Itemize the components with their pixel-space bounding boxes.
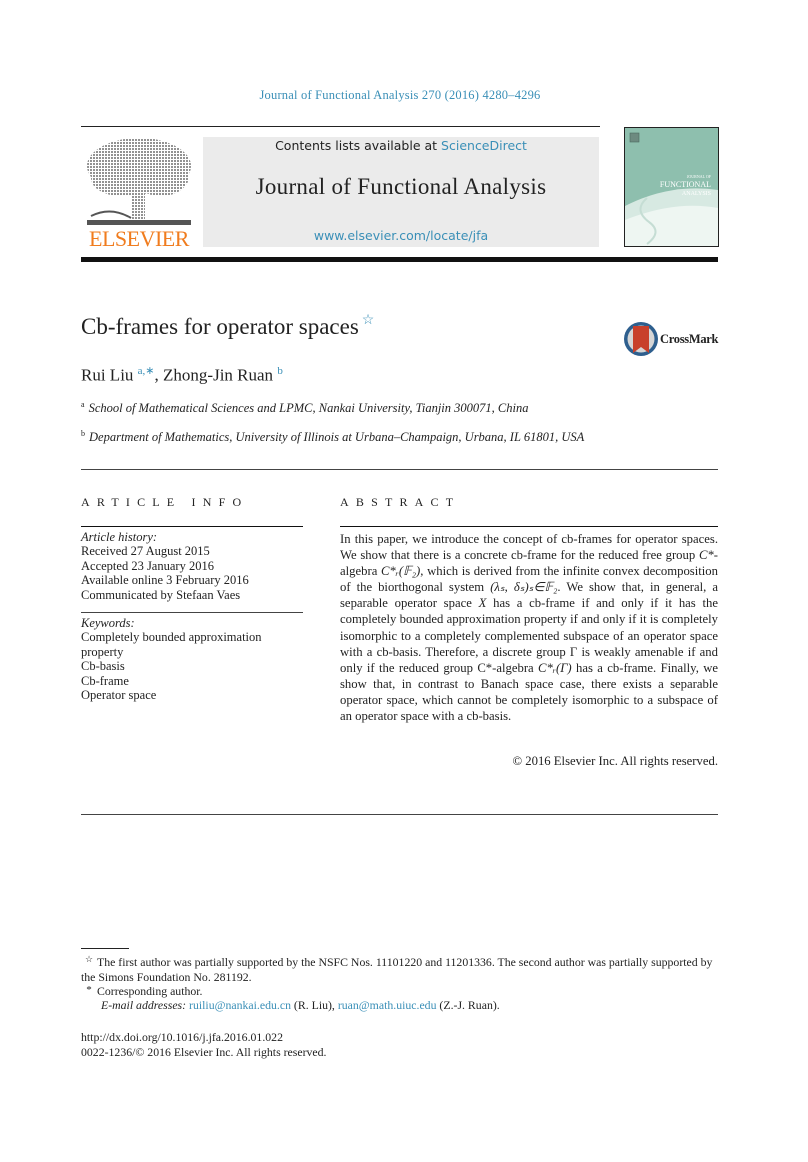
email-label: E-mail addresses: [101,998,190,1012]
keywords-list: Keywords: Completely bounded approximati… [81,616,306,702]
abstract-body: In this paper, we introduce the concept … [340,531,718,724]
header-bottom-rule [81,257,718,262]
keyword-item: Cb-basis [81,659,125,674]
header-top-rule [81,126,600,127]
contents-prefix: Contents lists available at [275,138,442,153]
math-expression: C*ᵣ(𝔽₂) [380,564,421,579]
corresponding-text: Corresponding author. [97,984,203,998]
author-list: Rui Liu a,∗, Zhong-Jin Ruan b [81,364,283,386]
journal-url-link[interactable]: www.elsevier.com/locate/jfa [203,228,599,243]
email-link[interactable]: ruan@math.uiuc.edu [338,998,437,1012]
article-history: Article history: Received 27 August 2015… [81,530,306,602]
elsevier-wordmark[interactable]: ELSEVIER [81,226,197,252]
history-item: Available online 3 February 2016 [81,573,249,588]
keywords-rule [81,612,303,613]
history-label: Article history: [81,530,158,544]
history-item: Communicated by Stefaan Vaes [81,587,241,602]
math-expression: (λₛ, δₛ)ₛ∈𝔽₂ [490,580,558,595]
journal-cover-image: JOURNAL OF FUNCTIONAL ANALYSIS [625,128,718,246]
math-expression: C*ᵣ(Γ) [538,660,572,675]
affiliation-mark: b [81,429,85,438]
funding-text: The first author was partially supported… [81,955,713,984]
crossmark-icon [624,322,658,356]
footnote-star-icon: ☆ [84,954,94,964]
affiliation-text: Department of Mathematics, University of… [89,430,585,445]
keyword-item: Completely bounded approximation propert… [81,630,262,659]
front-matter-end-rule [81,814,718,815]
sciencedirect-link[interactable]: ScienceDirect [441,138,527,153]
abstract-copyright: © 2016 Elsevier Inc. All rights reserved… [512,754,718,768]
author-affiliation-marks[interactable]: a,∗ [138,365,155,377]
crossmark-label[interactable]: CrossMark [660,332,718,347]
history-item: Accepted 23 January 2016 [81,558,214,573]
affiliation-a: a School of Mathematical Sciences and LPM… [81,398,601,416]
article-info-rule [81,526,303,527]
author-name[interactable]: Zhong-Jin Ruan [163,366,273,385]
keywords-label: Keywords: [81,616,135,630]
article-info-heading: ARTICLE INFO [81,495,249,509]
email-owner: (Z.-J. Ruan). [436,998,500,1012]
article-title: Cb-frames for operator spaces ☆ [81,312,374,340]
title-footnote-star-icon[interactable]: ☆ [362,313,375,328]
abstract-heading: ABSTRACT [340,495,461,509]
contents-available-line: Contents lists available at ScienceDirec… [203,137,599,153]
corresponding-author-footnote: * Corresponding author. [81,983,721,999]
doi-link[interactable]: http://dx.doi.org/10.1016/j.jfa.2016.01.… [81,1030,283,1045]
email-link[interactable]: ruiliu@nankai.edu.cn [189,998,291,1012]
math-expression: C* [698,548,714,563]
journal-cover-thumbnail[interactable]: JOURNAL OF FUNCTIONAL ANALYSIS [624,127,719,247]
article-title-text: Cb-frames for operator spaces [81,314,359,339]
footnote-rule [81,948,129,949]
author-name[interactable]: Rui Liu [81,366,133,385]
abstract-rule [340,526,718,527]
author-separator: , [154,365,164,385]
asterisk-icon: * [86,984,92,996]
keyword-item: Cb-frame [81,673,129,688]
email-owner: (R. Liu), [290,998,338,1012]
cover-line2: FUNCTIONAL [660,180,711,189]
issn-copyright-line: 0022-1236/© 2016 Elsevier Inc. All right… [81,1045,327,1059]
funding-footnote: ☆ The first author was partially supporte… [81,952,721,985]
cover-line3: ANALYSIS [682,191,711,197]
affiliation-mark: a [81,400,85,409]
journal-reference-link[interactable]: Journal of Functional Analysis 270 (2016… [0,88,800,103]
history-item: Received 27 August 2015 [81,544,210,559]
cover-line1: JOURNAL OF [687,174,712,179]
section-divider [81,469,718,470]
keyword-item: Operator space [81,688,157,703]
affiliation-b: b Department of Mathematics, University o… [81,427,601,445]
tree-icon [87,138,191,225]
journal-title: Journal of Functional Analysis [255,174,547,199]
affiliation-text: School of Mathematical Sciences and LPMC… [88,401,529,416]
email-footnote: E-mail addresses: ruiliu@nankai.edu.cn (… [101,998,721,1013]
author-affiliation-marks[interactable]: b [277,365,283,377]
abstract-text-run: In this paper, we introduce the concept … [340,532,718,563]
